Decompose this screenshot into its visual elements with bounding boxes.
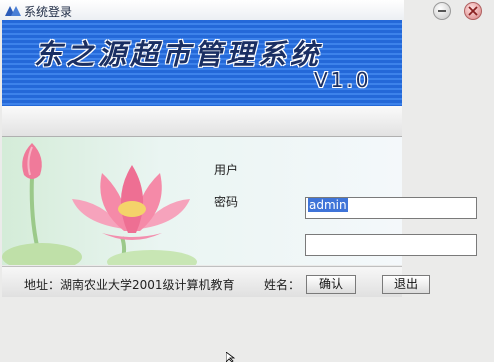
password-label: 密码 — [214, 195, 239, 209]
minimize-icon — [438, 10, 446, 12]
separator-strip — [2, 106, 402, 137]
banner-title: 东之源超市管理系统 — [34, 38, 323, 71]
confirm-button[interactable]: 确认 — [306, 275, 356, 294]
lotus-image — [2, 143, 197, 265]
window-title: 系统登录 — [24, 5, 73, 19]
username-label: 用户 — [214, 163, 239, 177]
address-text: 地址：湖南农业大学2001级计算机教育 — [24, 278, 235, 292]
close-button[interactable] — [464, 2, 482, 20]
app-icon — [5, 6, 21, 16]
username-input[interactable]: admin — [305, 197, 477, 219]
name-label: 姓名： — [264, 278, 301, 292]
banner-version: V1.0 — [314, 68, 372, 92]
mouse-cursor-icon — [226, 352, 236, 362]
username-value: admin — [308, 198, 348, 212]
title-bar: 系统登录 — [0, 0, 404, 20]
minimize-button[interactable] — [433, 2, 451, 20]
banner: 东之源超市管理系统 V1.0 — [2, 20, 402, 106]
exit-button[interactable]: 退出 — [382, 275, 430, 294]
password-input[interactable] — [305, 234, 477, 256]
close-icon — [468, 6, 478, 16]
